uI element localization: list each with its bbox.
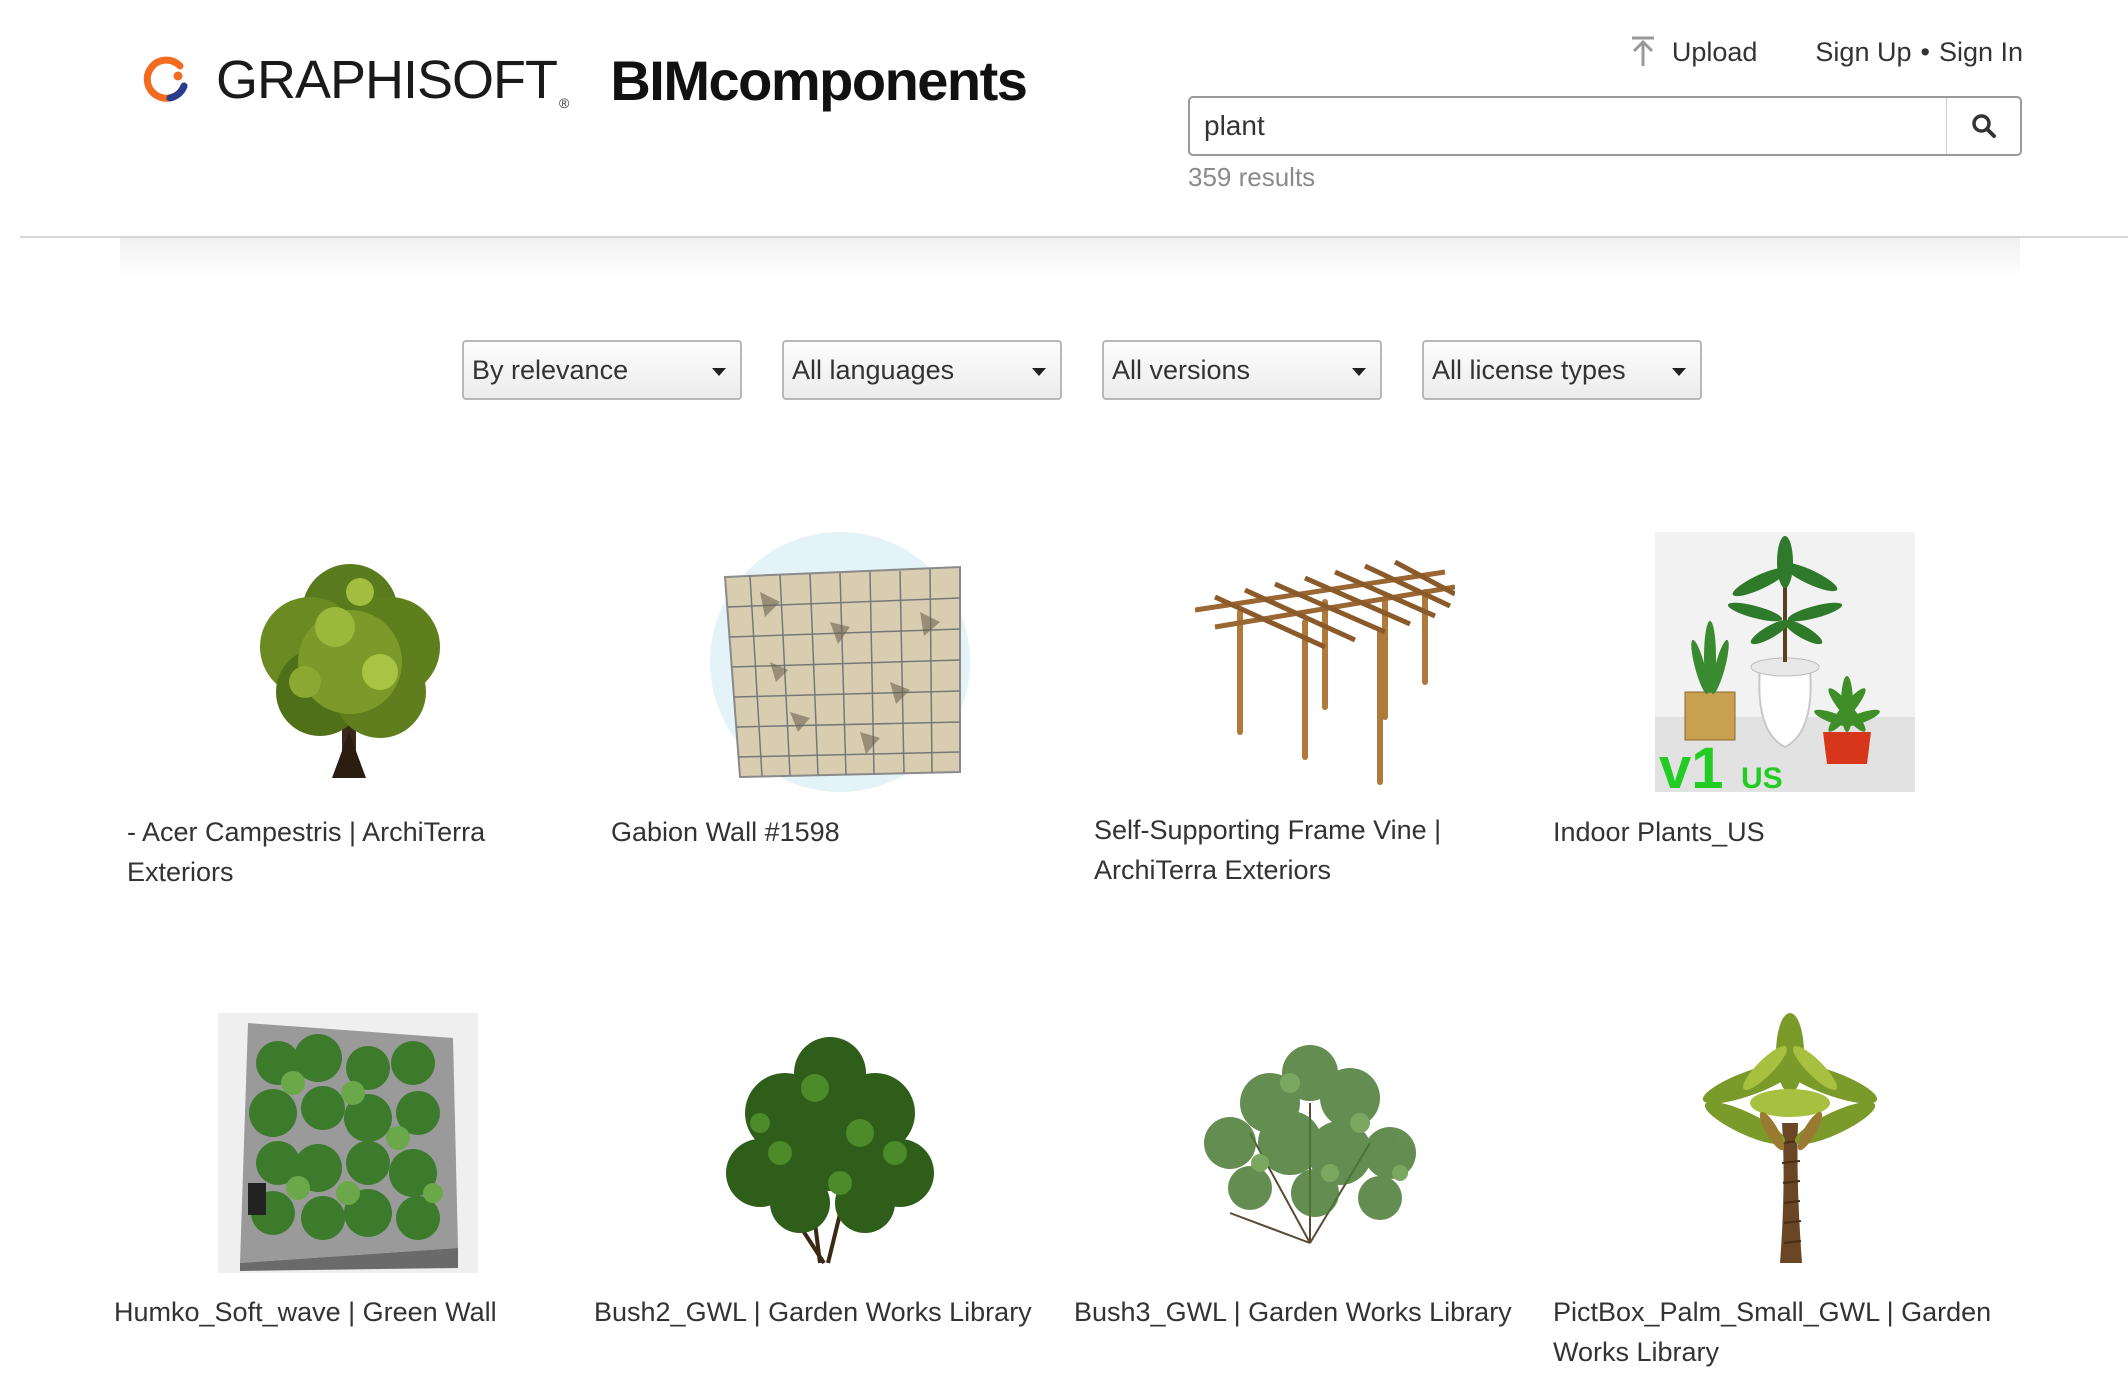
search-input[interactable]	[1190, 98, 1946, 154]
version-badge: v1	[1659, 736, 1724, 792]
result-title[interactable]: Indoor Plants_US	[1553, 812, 1993, 852]
filter-bar: By relevance All languages All versions …	[462, 340, 1702, 400]
search-button[interactable]	[1946, 98, 2020, 154]
auth-links: Sign Up • Sign In	[1815, 37, 2023, 68]
sort-select[interactable]: By relevance	[462, 340, 742, 400]
sort-select-value: By relevance	[472, 354, 629, 385]
results-count: 359 results	[1188, 162, 1316, 192]
top-links: Upload Sign Up • Sign In	[1630, 36, 2023, 68]
green-wall-thumbnail-icon[interactable]	[218, 1013, 478, 1273]
upload-arrow-icon	[1631, 36, 1654, 66]
upload-link[interactable]: Upload	[1630, 36, 1758, 68]
palm-thumbnail-icon[interactable]	[1660, 1013, 1920, 1273]
version-select[interactable]: All versions	[1102, 340, 1382, 400]
result-title[interactable]: Humko_Soft_wave | Green Wall	[114, 1292, 554, 1332]
license-select[interactable]: All license types	[1422, 340, 1702, 400]
result-title[interactable]: - Acer Campestris | ArchiTerra Exteriors	[127, 812, 567, 892]
sign-up-link[interactable]: Sign Up	[1815, 37, 1911, 67]
header-shadow	[120, 238, 2020, 278]
tree-thumbnail-icon[interactable]	[220, 532, 480, 792]
language-select[interactable]: All languages	[782, 340, 1062, 400]
search-icon	[1971, 114, 1996, 138]
result-title[interactable]: Bush2_GWL | Garden Works Library	[594, 1292, 1034, 1332]
brand-name: GRAPHISOFT ®	[216, 50, 569, 111]
version-select-value: All versions	[1112, 354, 1251, 385]
site-header: GRAPHISOFT ® BIMcomponents Upload Sign Up…	[0, 0, 2128, 238]
result-title[interactable]: Gabion Wall #1598	[611, 812, 1051, 852]
language-select-value: All languages	[792, 354, 955, 385]
chevron-down-icon	[712, 368, 726, 376]
graphisoft-logo-icon	[143, 56, 188, 102]
upload-label: Upload	[1671, 36, 1758, 67]
result-title[interactable]: PictBox_Palm_Small_GWL | Garden Works Li…	[1553, 1292, 1993, 1372]
product-name: BIMcomponents	[610, 48, 1028, 112]
auth-separator: •	[1920, 36, 1930, 67]
chevron-down-icon	[1032, 368, 1046, 376]
chevron-down-icon	[1352, 368, 1366, 376]
graphisoft-logo[interactable]: GRAPHISOFT ® BIMcomponents	[140, 48, 1028, 112]
chevron-down-icon	[1672, 368, 1686, 376]
indoor-plants-thumbnail-icon[interactable]: v1 US	[1655, 532, 1915, 792]
license-select-value: All license types	[1432, 354, 1626, 385]
pergola-thumbnail-icon[interactable]	[1195, 532, 1455, 792]
search-bar	[1188, 96, 2022, 156]
region-badge: US	[1741, 762, 1783, 792]
sign-in-link[interactable]: Sign In	[1939, 37, 2023, 67]
gabion-wall-thumbnail-icon[interactable]	[710, 532, 970, 792]
bush-thumbnail-icon[interactable]	[700, 1013, 960, 1273]
bush-thumbnail-icon[interactable]	[1180, 1013, 1440, 1273]
result-title[interactable]: Bush3_GWL | Garden Works Library	[1074, 1292, 1514, 1332]
result-title[interactable]: Self-Supporting Frame Vine | ArchiTerra …	[1094, 810, 1534, 890]
